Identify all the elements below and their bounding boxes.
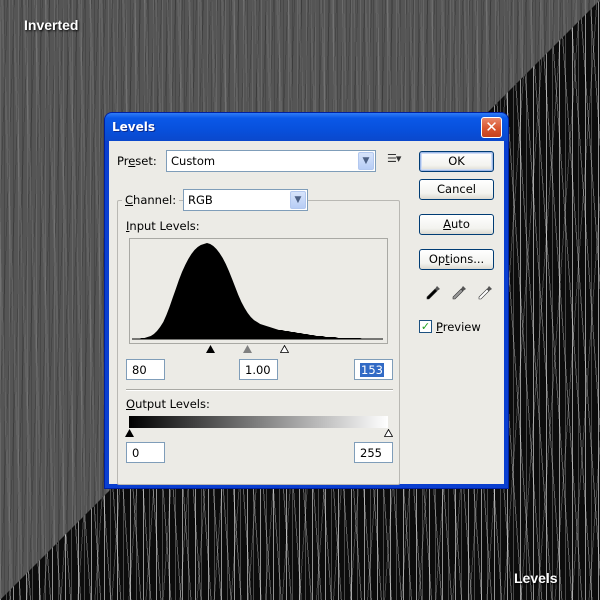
output-white-slider[interactable] [384, 429, 393, 437]
preset-label: Preset: [117, 154, 157, 168]
histogram-area [132, 243, 379, 339]
ok-button[interactable]: OK [419, 151, 494, 172]
options-button[interactable]: Options... [419, 249, 494, 270]
output-white-field[interactable]: 255 [354, 442, 393, 463]
preview-label[interactable]: Preview [436, 320, 481, 334]
chevron-down-icon[interactable]: ▼ [290, 191, 306, 209]
separator [126, 389, 393, 391]
white-point-eyedropper-icon[interactable] [476, 284, 494, 302]
dialog-body: Preset: Custom ▼ ☰▾ Channel: RGB ▼ Input… [109, 141, 504, 485]
preset-dropdown[interactable]: Custom ▼ [166, 150, 376, 172]
channel-dropdown[interactable]: RGB ▼ [183, 189, 308, 211]
chevron-down-icon[interactable]: ▼ [358, 152, 374, 170]
levels-dialog: Levels ✕ Preset: Custom ▼ ☰▾ Channel: RG… [105, 113, 508, 488]
preset-options-icon[interactable]: ☰▾ [387, 152, 401, 165]
output-black-slider[interactable] [125, 429, 134, 437]
input-levels-label: Input Levels: [126, 219, 200, 233]
output-black-field[interactable]: 0 [126, 442, 165, 463]
title-bar[interactable]: Levels ✕ [105, 113, 508, 141]
input-gamma-field[interactable]: 1.00 [239, 359, 278, 380]
dialog-title: Levels [112, 120, 156, 134]
close-icon: ✕ [485, 118, 498, 136]
checkmark-icon: ✓ [420, 320, 431, 333]
auto-button[interactable]: Auto [419, 214, 494, 235]
input-white-field[interactable]: 153 [354, 359, 393, 380]
histogram [129, 238, 388, 344]
input-gamma-slider[interactable] [242, 345, 252, 353]
input-white-slider[interactable] [279, 345, 289, 353]
input-slider-track[interactable] [129, 345, 388, 355]
inverted-label: Inverted [24, 17, 79, 33]
close-button[interactable]: ✕ [481, 117, 502, 138]
output-gradient-bar [129, 416, 388, 428]
black-point-eyedropper-icon[interactable] [424, 284, 442, 302]
output-slider-track[interactable] [125, 429, 393, 439]
output-levels-label: Output Levels: [126, 397, 210, 411]
channel-label: Channel: [122, 193, 180, 207]
input-black-slider[interactable] [205, 345, 215, 353]
preview-checkbox[interactable]: ✓ [419, 320, 432, 333]
input-black-field[interactable]: 80 [126, 359, 165, 380]
levels-label: Levels [514, 570, 558, 586]
preset-value: Custom [171, 154, 216, 168]
cancel-button[interactable]: Cancel [419, 179, 494, 200]
gray-point-eyedropper-icon[interactable] [450, 284, 468, 302]
histogram-plot [132, 243, 383, 340]
channel-value: RGB [188, 193, 213, 207]
